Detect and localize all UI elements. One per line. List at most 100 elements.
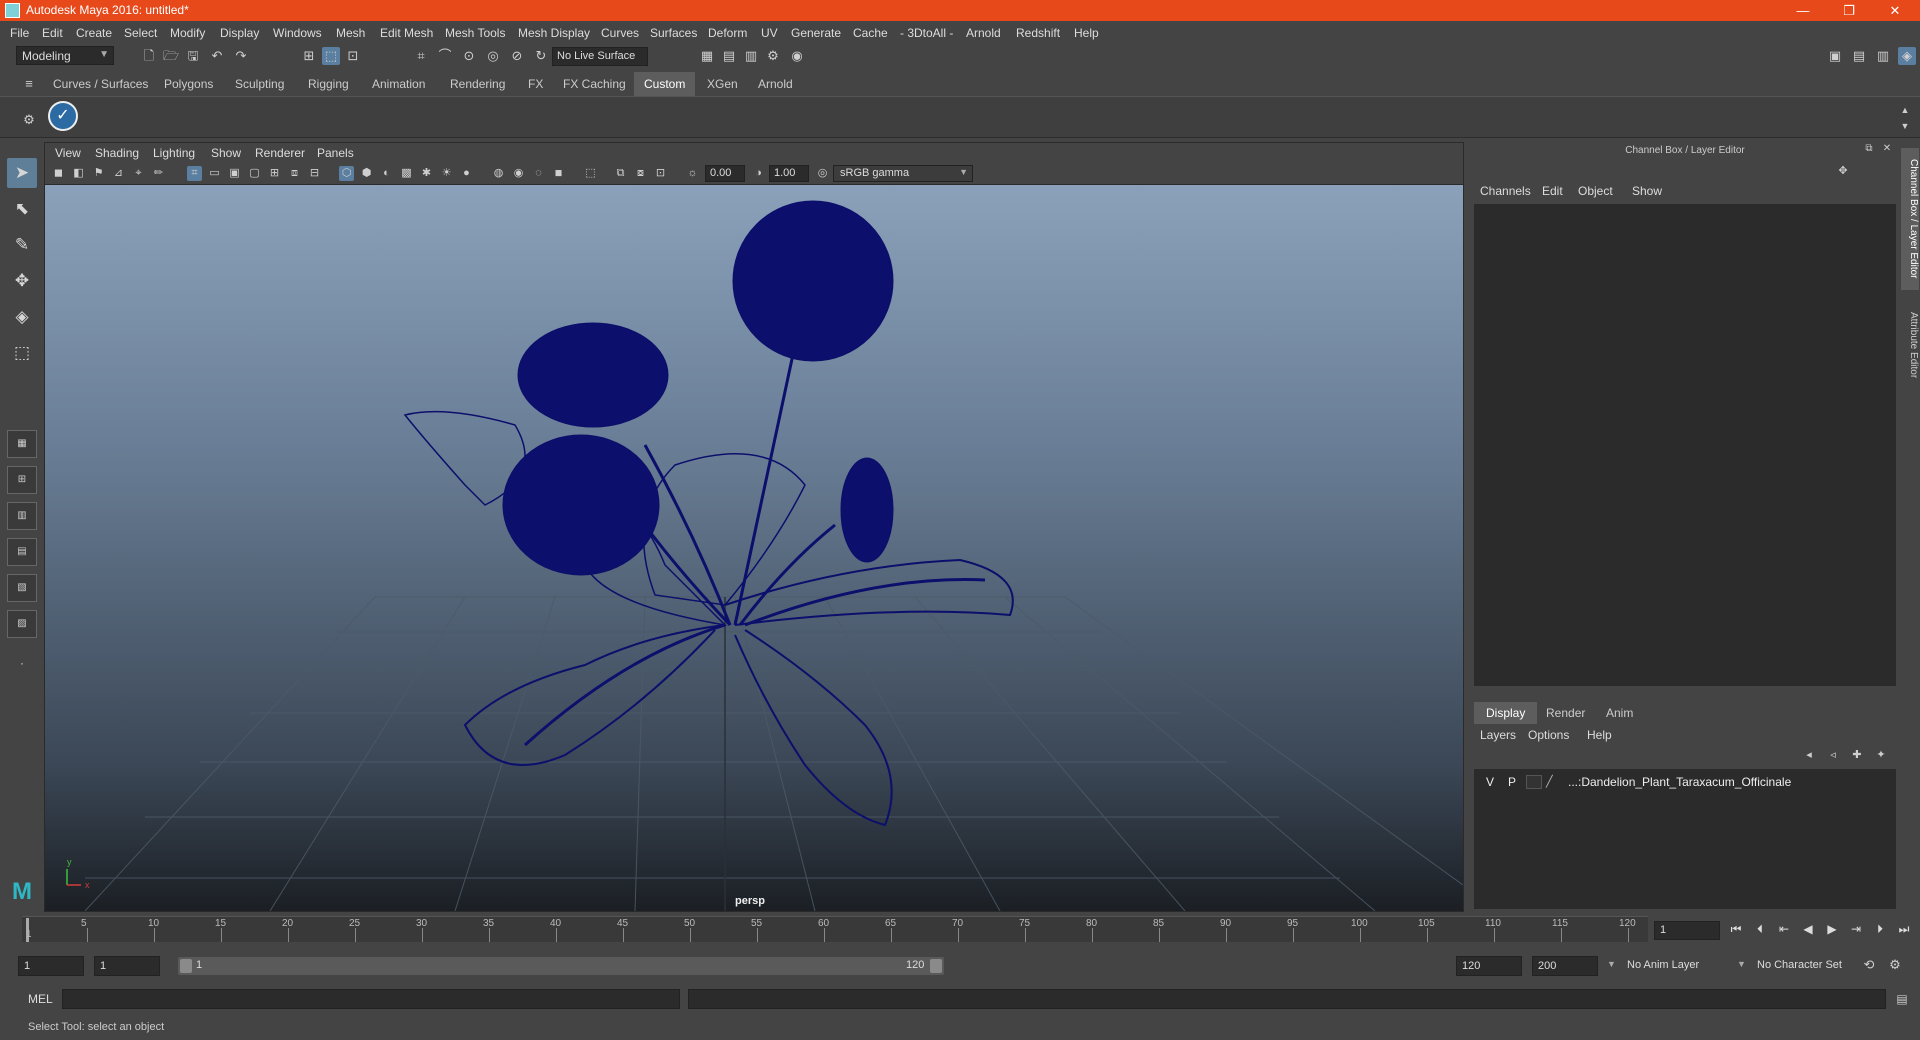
snap-to-curve-icon[interactable]: ⌒ (436, 47, 454, 65)
graph-editor-layout-icon[interactable]: ▧ (7, 574, 37, 602)
menu-redshift[interactable]: Redshift (1016, 26, 1060, 40)
toggle-channel-box-icon[interactable]: ◈ (1898, 47, 1916, 65)
playback-end-field[interactable]: 120 (1456, 956, 1522, 976)
close-panel-icon[interactable]: ✕ (1878, 140, 1896, 158)
menu-cache[interactable]: Cache (853, 26, 888, 40)
four-view-layout-icon[interactable]: ⊞ (7, 466, 37, 494)
menu-help[interactable]: Help (1074, 26, 1099, 40)
select-camera-icon[interactable]: ◼ (51, 166, 66, 181)
menu-3dtoall[interactable]: - 3DtoAll - (900, 26, 953, 40)
gamma-icon[interactable]: ◑ (751, 166, 766, 181)
restore-button[interactable]: ❐ (1826, 0, 1872, 21)
redo-icon[interactable]: ↷ (232, 47, 250, 65)
view-transform-selector[interactable]: sRGB gamma ▼ (833, 165, 973, 182)
menu-windows[interactable]: Windows (273, 26, 322, 40)
perspective-viewport[interactable]: y x persp (45, 185, 1463, 911)
menu-mesh-tools[interactable]: Mesh Tools (445, 26, 505, 40)
safe-title-icon[interactable]: ⊟ (307, 166, 322, 181)
move-layer-up-icon[interactable]: ◂ (1800, 746, 1818, 764)
menu-arnold[interactable]: Arnold (966, 26, 1001, 40)
animation-preferences-icon[interactable]: ⚙ (1886, 956, 1904, 974)
bookmarks-icon[interactable]: ⚑ (91, 166, 106, 181)
film-gate-icon[interactable]: ▭ (207, 166, 222, 181)
shelf-tab-animation[interactable]: Animation (362, 72, 435, 96)
viewport-menu-view[interactable]: View (55, 146, 81, 160)
field-chart-icon[interactable]: ⊞ (267, 166, 282, 181)
snap-to-point-icon[interactable]: ⊙ (460, 47, 478, 65)
channel-menu-channels[interactable]: Channels (1480, 184, 1531, 198)
snap-to-view-plane-icon[interactable]: ◎ (484, 47, 502, 65)
resolution-gate-icon[interactable]: ▣ (227, 166, 242, 181)
command-input[interactable] (62, 989, 680, 1009)
menu-surfaces[interactable]: Surfaces (650, 26, 697, 40)
shelf-tab-xgen[interactable]: XGen (697, 72, 748, 96)
toggle-modeling-toolkit-icon[interactable]: ▣ (1826, 47, 1844, 65)
shelf-settings-icon[interactable]: ⚙ (20, 111, 38, 129)
step-forward-frame-icon[interactable]: ⏵ (1870, 922, 1890, 940)
scale-tool-icon[interactable]: ⬚ (7, 338, 37, 368)
shelf-tab-arnold[interactable]: Arnold (748, 72, 803, 96)
menu-mesh[interactable]: Mesh (336, 26, 365, 40)
new-empty-layer-icon[interactable]: ✚ (1848, 746, 1866, 764)
animation-start-field[interactable]: 1 (18, 956, 84, 976)
select-by-object-icon[interactable]: ⬚ (322, 47, 340, 65)
minimize-button[interactable]: — (1780, 0, 1826, 21)
move-layer-down-icon[interactable]: ◃ (1824, 746, 1842, 764)
shelf-scroll-down-icon[interactable]: ▼ (1896, 117, 1914, 135)
range-start-handle[interactable] (180, 959, 192, 973)
image-plane-icon[interactable]: ⊿ (111, 166, 126, 181)
new-scene-icon[interactable]: 🗋 (140, 47, 158, 65)
use-all-lights-icon[interactable]: ✱ (419, 166, 434, 181)
persp-graph-layout-icon[interactable]: ▨ (7, 610, 37, 638)
exposure-field[interactable]: 0.00 (705, 165, 745, 182)
menu-generate[interactable]: Generate (791, 26, 841, 40)
side-tab-attribute-editor[interactable]: Attribute Editor (1901, 300, 1919, 390)
menu-edit-mesh[interactable]: Edit Mesh (380, 26, 433, 40)
wireframe-icon[interactable]: ⬡ (339, 166, 354, 181)
shelf-tab-fx-caching[interactable]: FX Caching (553, 72, 636, 96)
textured-icon[interactable]: ▩ (399, 166, 414, 181)
layer-playback-toggle[interactable]: P (1508, 775, 1516, 789)
layer-tab-anim[interactable]: Anim (1594, 702, 1645, 724)
channel-menu-object[interactable]: Object (1578, 184, 1613, 198)
go-to-end-icon[interactable]: ⏭ (1894, 922, 1914, 940)
layer-visibility-toggle[interactable]: V (1486, 775, 1494, 789)
ipr-render-icon[interactable]: ▥ (742, 47, 760, 65)
channel-list[interactable] (1474, 204, 1896, 686)
step-back-frame-icon[interactable]: ⏴ (1750, 922, 1770, 940)
select-by-component-icon[interactable]: ⊡ (344, 47, 362, 65)
default-material-icon[interactable]: ◐ (379, 166, 394, 181)
render-settings-icon[interactable]: ⚙ (764, 47, 782, 65)
depth-of-field-icon[interactable]: ◌ (531, 166, 546, 181)
snap-to-grid-icon[interactable]: ⌗ (412, 47, 430, 65)
gamma-field[interactable]: 1.00 (769, 165, 809, 182)
shelf-tab-rendering[interactable]: Rendering (440, 72, 515, 96)
make-live-icon[interactable]: ⊘ (508, 47, 526, 65)
shelf-tab-rigging[interactable]: Rigging (298, 72, 359, 96)
menu-create[interactable]: Create (76, 26, 112, 40)
new-layer-from-selection-icon[interactable]: ✦ (1872, 746, 1890, 764)
animation-end-field[interactable]: 200 (1532, 956, 1598, 976)
exposure-icon[interactable]: ☼ (685, 166, 700, 181)
layer-tab-display[interactable]: Display (1474, 702, 1538, 724)
menu-mesh-display[interactable]: Mesh Display (518, 26, 590, 40)
layer-tab-render[interactable]: Render (1534, 702, 1597, 724)
two-panes-side-layout-icon[interactable]: ▥ (7, 502, 37, 530)
save-scene-icon[interactable]: 🖫 (184, 47, 202, 65)
script-editor-icon[interactable]: ▤ (1894, 991, 1910, 1007)
layer-menu-help[interactable]: Help (1587, 728, 1612, 742)
hypershade-icon[interactable]: ◉ (788, 47, 806, 65)
shelf-tab-sculpting[interactable]: Sculpting (225, 72, 294, 96)
undo-icon[interactable]: ↶ (208, 47, 226, 65)
safe-action-icon[interactable]: ⧈ (287, 166, 302, 181)
shelf-tab-fx[interactable]: FX (518, 72, 553, 96)
select-tool-icon[interactable]: ➤ (7, 158, 37, 188)
render-view-icon[interactable]: ▦ (698, 47, 716, 65)
chevron-down-icon[interactable]: ▼ (1602, 956, 1621, 976)
custom-shelf-checkmark-icon[interactable]: ✓ (48, 101, 78, 131)
auto-keyframe-icon[interactable]: ⟲ (1860, 956, 1878, 974)
menu-edit[interactable]: Edit (42, 26, 63, 40)
motion-blur-icon[interactable]: ◍ (491, 166, 506, 181)
camera-attributes-icon[interactable]: ◧ (71, 166, 86, 181)
smooth-shade-icon[interactable]: ⬢ (359, 166, 374, 181)
